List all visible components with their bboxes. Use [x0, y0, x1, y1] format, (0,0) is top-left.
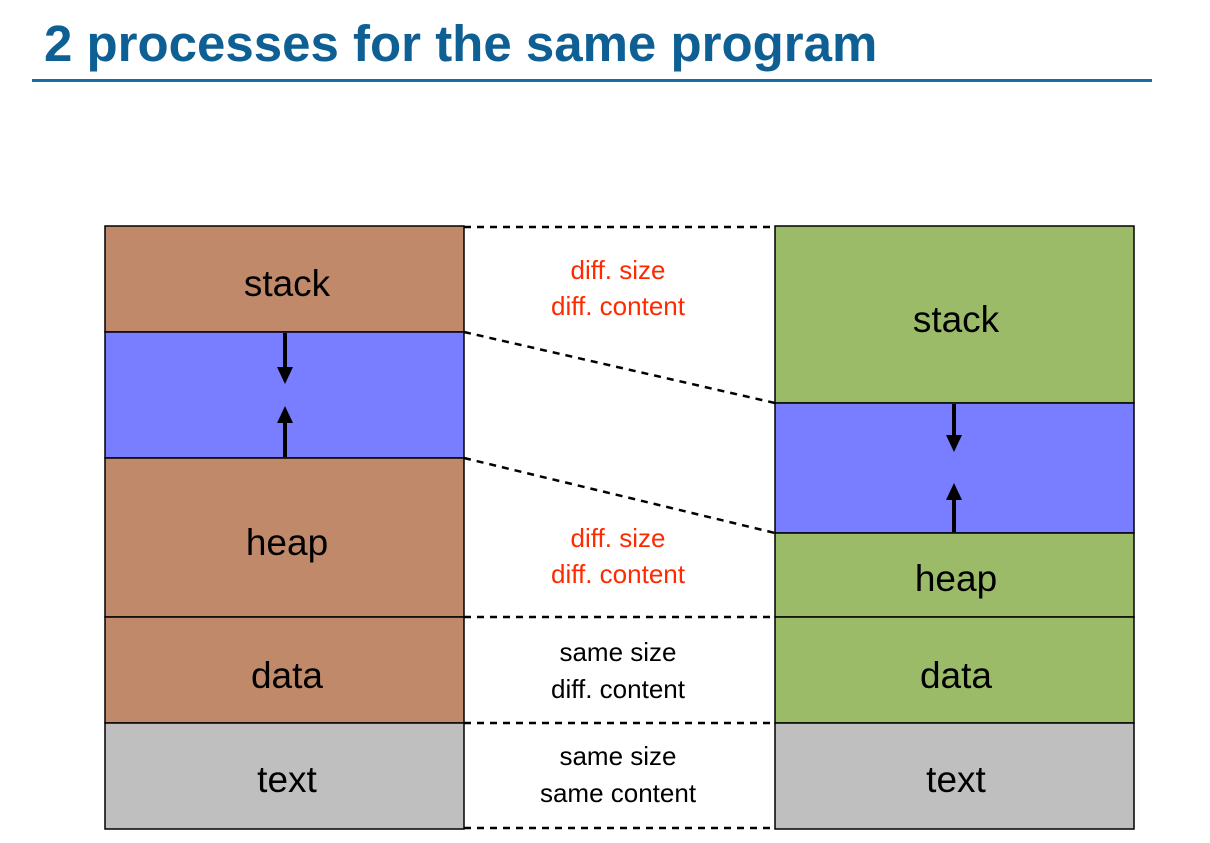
stack-boundary-connector	[463, 330, 776, 405]
left-stack-label: stack	[244, 263, 331, 304]
right-process: stack heap data text	[774, 225, 1135, 830]
right-stack-label: stack	[913, 299, 1000, 340]
stack-comparison-note: diff. size diff. content	[551, 255, 686, 321]
data-note-line2: diff. content	[551, 674, 686, 704]
data-note-line1: same size	[559, 637, 676, 667]
text-note-line2: same content	[540, 778, 697, 808]
right-text-label: text	[926, 759, 986, 800]
right-heap-label: heap	[915, 558, 997, 599]
right-data-label: data	[920, 655, 992, 696]
heap-boundary-connector	[463, 456, 776, 535]
left-text-label: text	[257, 759, 317, 800]
heap-comparison-note: diff. size diff. content	[551, 523, 686, 589]
stack-note-line2: diff. content	[551, 291, 686, 321]
memory-layout-diagram: stack heap data text stack heap data tex…	[104, 225, 1135, 830]
data-comparison-note: same size diff. content	[551, 637, 686, 704]
left-process: stack heap data text	[104, 225, 465, 830]
stack-note-line1: diff. size	[571, 255, 666, 285]
heap-note-line1: diff. size	[571, 523, 666, 553]
left-data-label: data	[251, 655, 323, 696]
heap-note-line2: diff. content	[551, 559, 686, 589]
text-note-line1: same size	[559, 741, 676, 771]
left-heap-label: heap	[246, 522, 328, 563]
text-comparison-note: same size same content	[540, 741, 697, 808]
